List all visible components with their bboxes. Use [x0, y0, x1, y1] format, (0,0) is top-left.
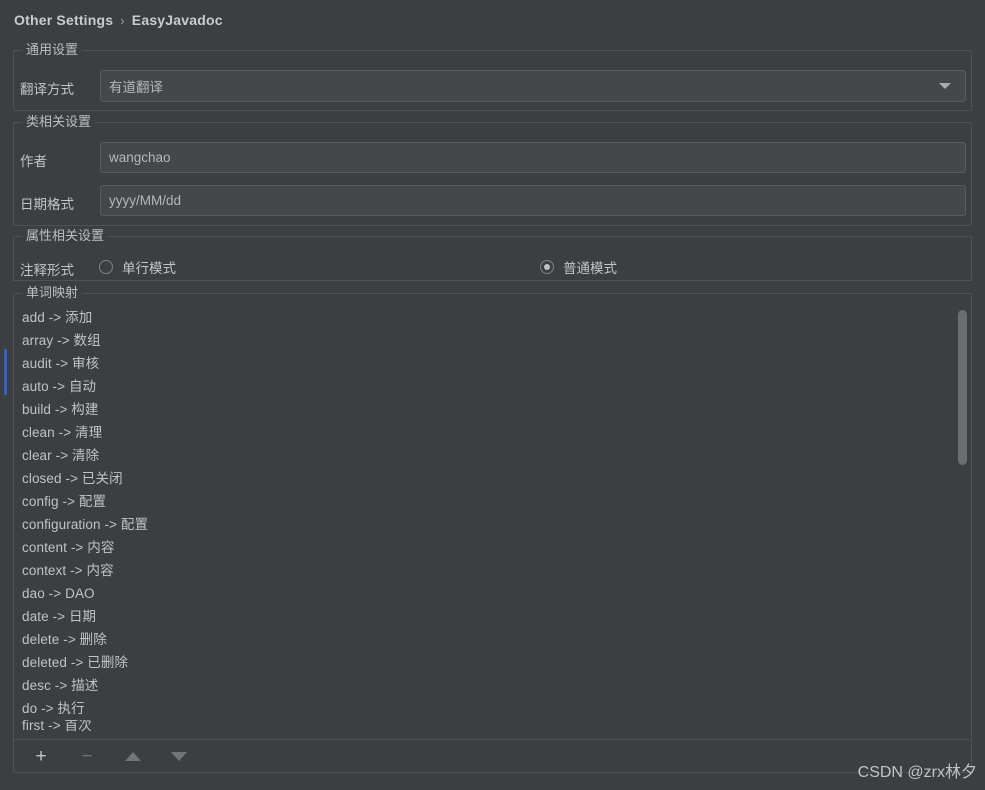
radio-label-single-line: 单行模式	[122, 261, 176, 276]
list-item[interactable]: auto -> 自动	[14, 375, 971, 398]
list-item[interactable]: content -> 内容	[14, 536, 971, 559]
arrow-up-icon[interactable]	[122, 745, 144, 767]
breadcrumb-root[interactable]: Other Settings	[14, 12, 113, 28]
date-format-input-value: yyyy/MM/dd	[109, 193, 182, 208]
author-input-value: wangchao	[109, 150, 171, 165]
list-item[interactable]: clear -> 清除	[14, 444, 971, 467]
selection-accent-stripe	[4, 349, 7, 395]
list-item[interactable]: first -> 首次	[14, 720, 971, 732]
radio-indicator-single-line	[99, 260, 113, 274]
list-item[interactable]: build -> 构建	[14, 398, 971, 421]
radio-indicator-normal	[540, 260, 554, 274]
list-item[interactable]: dao -> DAO	[14, 582, 971, 605]
group-attribute-settings-title: 属性相关设置	[22, 228, 109, 244]
list-item[interactable]: config -> 配置	[14, 490, 971, 513]
list-item[interactable]: deleted -> 已删除	[14, 651, 971, 674]
breadcrumb-separator-icon: ›	[120, 12, 125, 28]
list-item[interactable]: audit -> 审核	[14, 352, 971, 375]
list-item[interactable]: delete -> 删除	[14, 628, 971, 651]
arrow-down-icon[interactable]	[168, 745, 190, 767]
list-item[interactable]: array -> 数组	[14, 329, 971, 352]
group-general-settings-title: 通用设置	[22, 42, 83, 58]
word-list-scrollbar-thumb[interactable]	[958, 310, 967, 465]
author-label: 作者	[20, 154, 47, 169]
translate-method-combobox[interactable]: 有道翻译	[100, 70, 966, 102]
chevron-down-icon	[939, 83, 951, 89]
breadcrumb: Other Settings › EasyJavadoc	[14, 9, 223, 31]
translate-method-label: 翻译方式	[20, 82, 74, 97]
list-item[interactable]: add -> 添加	[14, 306, 971, 329]
radio-single-line-mode[interactable]: 单行模式	[99, 257, 176, 277]
list-item[interactable]: configuration -> 配置	[14, 513, 971, 536]
watermark: CSDN @zrx林夕	[857, 764, 977, 781]
list-item[interactable]: context -> 内容	[14, 559, 971, 582]
comment-form-label: 注释形式	[20, 263, 74, 278]
word-list-toolbar: + −	[14, 739, 971, 772]
list-item[interactable]: clean -> 清理	[14, 421, 971, 444]
word-list-scrollbar[interactable]	[955, 300, 969, 736]
radio-normal-mode[interactable]: 普通模式	[540, 257, 617, 277]
list-item[interactable]: do -> 执行	[14, 697, 971, 720]
date-format-label: 日期格式	[20, 197, 74, 212]
settings-window: Other Settings › EasyJavadoc 通用设置 翻译方式 有…	[0, 0, 985, 790]
radio-label-normal: 普通模式	[563, 261, 617, 276]
group-word-mapping-title: 单词映射	[22, 285, 83, 301]
minus-icon[interactable]: −	[76, 745, 98, 767]
plus-icon[interactable]: +	[30, 745, 52, 767]
list-item[interactable]: closed -> 已关闭	[14, 467, 971, 490]
list-item[interactable]: date -> 日期	[14, 605, 971, 628]
date-format-input[interactable]: yyyy/MM/dd	[100, 185, 966, 216]
breadcrumb-current: EasyJavadoc	[131, 12, 223, 28]
group-class-settings-title: 类相关设置	[22, 114, 96, 130]
list-item[interactable]: desc -> 描述	[14, 674, 971, 697]
translate-method-value: 有道翻译	[109, 80, 163, 95]
author-input[interactable]: wangchao	[100, 142, 966, 173]
word-mapping-list[interactable]: add -> 添加 array -> 数组 audit -> 审核 auto -…	[14, 306, 971, 736]
